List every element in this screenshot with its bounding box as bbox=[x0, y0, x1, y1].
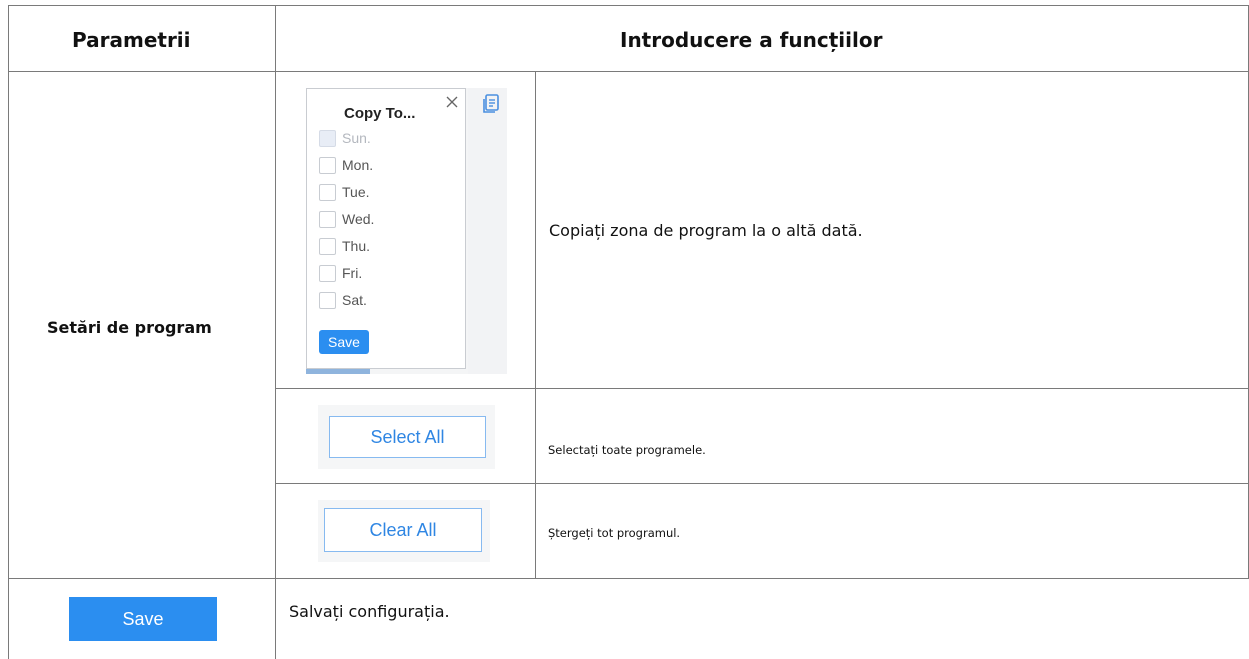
column-divider bbox=[535, 71, 536, 578]
day-checkbox[interactable] bbox=[319, 291, 336, 309]
day-label: Thu. bbox=[342, 238, 371, 254]
day-label: Mon. bbox=[342, 157, 374, 173]
row-divider bbox=[8, 578, 1249, 579]
day-option-wed[interactable]: Wed. bbox=[319, 209, 374, 229]
day-label: Sun. bbox=[342, 130, 371, 146]
day-checkbox[interactable] bbox=[319, 156, 336, 174]
close-icon[interactable] bbox=[444, 94, 460, 110]
save-description: Salvați configurația. bbox=[289, 602, 450, 621]
day-option-fri[interactable]: Fri. bbox=[319, 263, 362, 283]
row-divider bbox=[275, 388, 1249, 389]
copy-to-popup: Copy To... Sun. Mon. Tue. Wed. Thu. Fri.… bbox=[306, 88, 466, 369]
copy-icon[interactable] bbox=[482, 94, 500, 114]
copy-to-title: Copy To... bbox=[344, 105, 416, 122]
day-label: Sat. bbox=[342, 292, 367, 308]
clear-all-button[interactable]: Clear All bbox=[324, 508, 482, 552]
day-option-sun: Sun. bbox=[319, 128, 371, 148]
day-checkbox[interactable] bbox=[319, 237, 336, 255]
copy-description: Copiați zona de program la o altă dată. bbox=[549, 221, 863, 240]
day-option-tue[interactable]: Tue. bbox=[319, 182, 370, 202]
day-label: Tue. bbox=[342, 184, 370, 200]
copy-panel-side-strip bbox=[468, 88, 507, 374]
column-header-description: Introducere a funcțiilor bbox=[620, 28, 883, 52]
select-all-button[interactable]: Select All bbox=[329, 416, 486, 458]
schedule-settings-label: Setări de program bbox=[47, 318, 212, 337]
day-label: Fri. bbox=[342, 265, 363, 281]
column-header-parameters: Parametrii bbox=[72, 28, 191, 52]
column-divider bbox=[275, 5, 276, 659]
day-checkbox bbox=[319, 129, 336, 147]
save-button[interactable]: Save bbox=[69, 597, 217, 641]
row-divider bbox=[275, 483, 1249, 484]
popup-save-button[interactable]: Save bbox=[319, 330, 369, 354]
day-option-thu[interactable]: Thu. bbox=[319, 236, 370, 256]
day-checkbox[interactable] bbox=[319, 210, 336, 228]
day-label: Wed. bbox=[342, 211, 375, 227]
day-checkbox[interactable] bbox=[319, 264, 336, 282]
clear-all-description: Ștergeți tot programul. bbox=[548, 526, 681, 540]
table-border-top bbox=[8, 5, 1249, 6]
header-divider bbox=[8, 71, 1249, 72]
day-option-sat[interactable]: Sat. bbox=[319, 290, 367, 310]
table-border-left bbox=[8, 5, 9, 659]
select-all-description: Selectați toate programele. bbox=[548, 443, 706, 457]
day-option-mon[interactable]: Mon. bbox=[319, 155, 373, 175]
day-checkbox[interactable] bbox=[319, 183, 336, 201]
